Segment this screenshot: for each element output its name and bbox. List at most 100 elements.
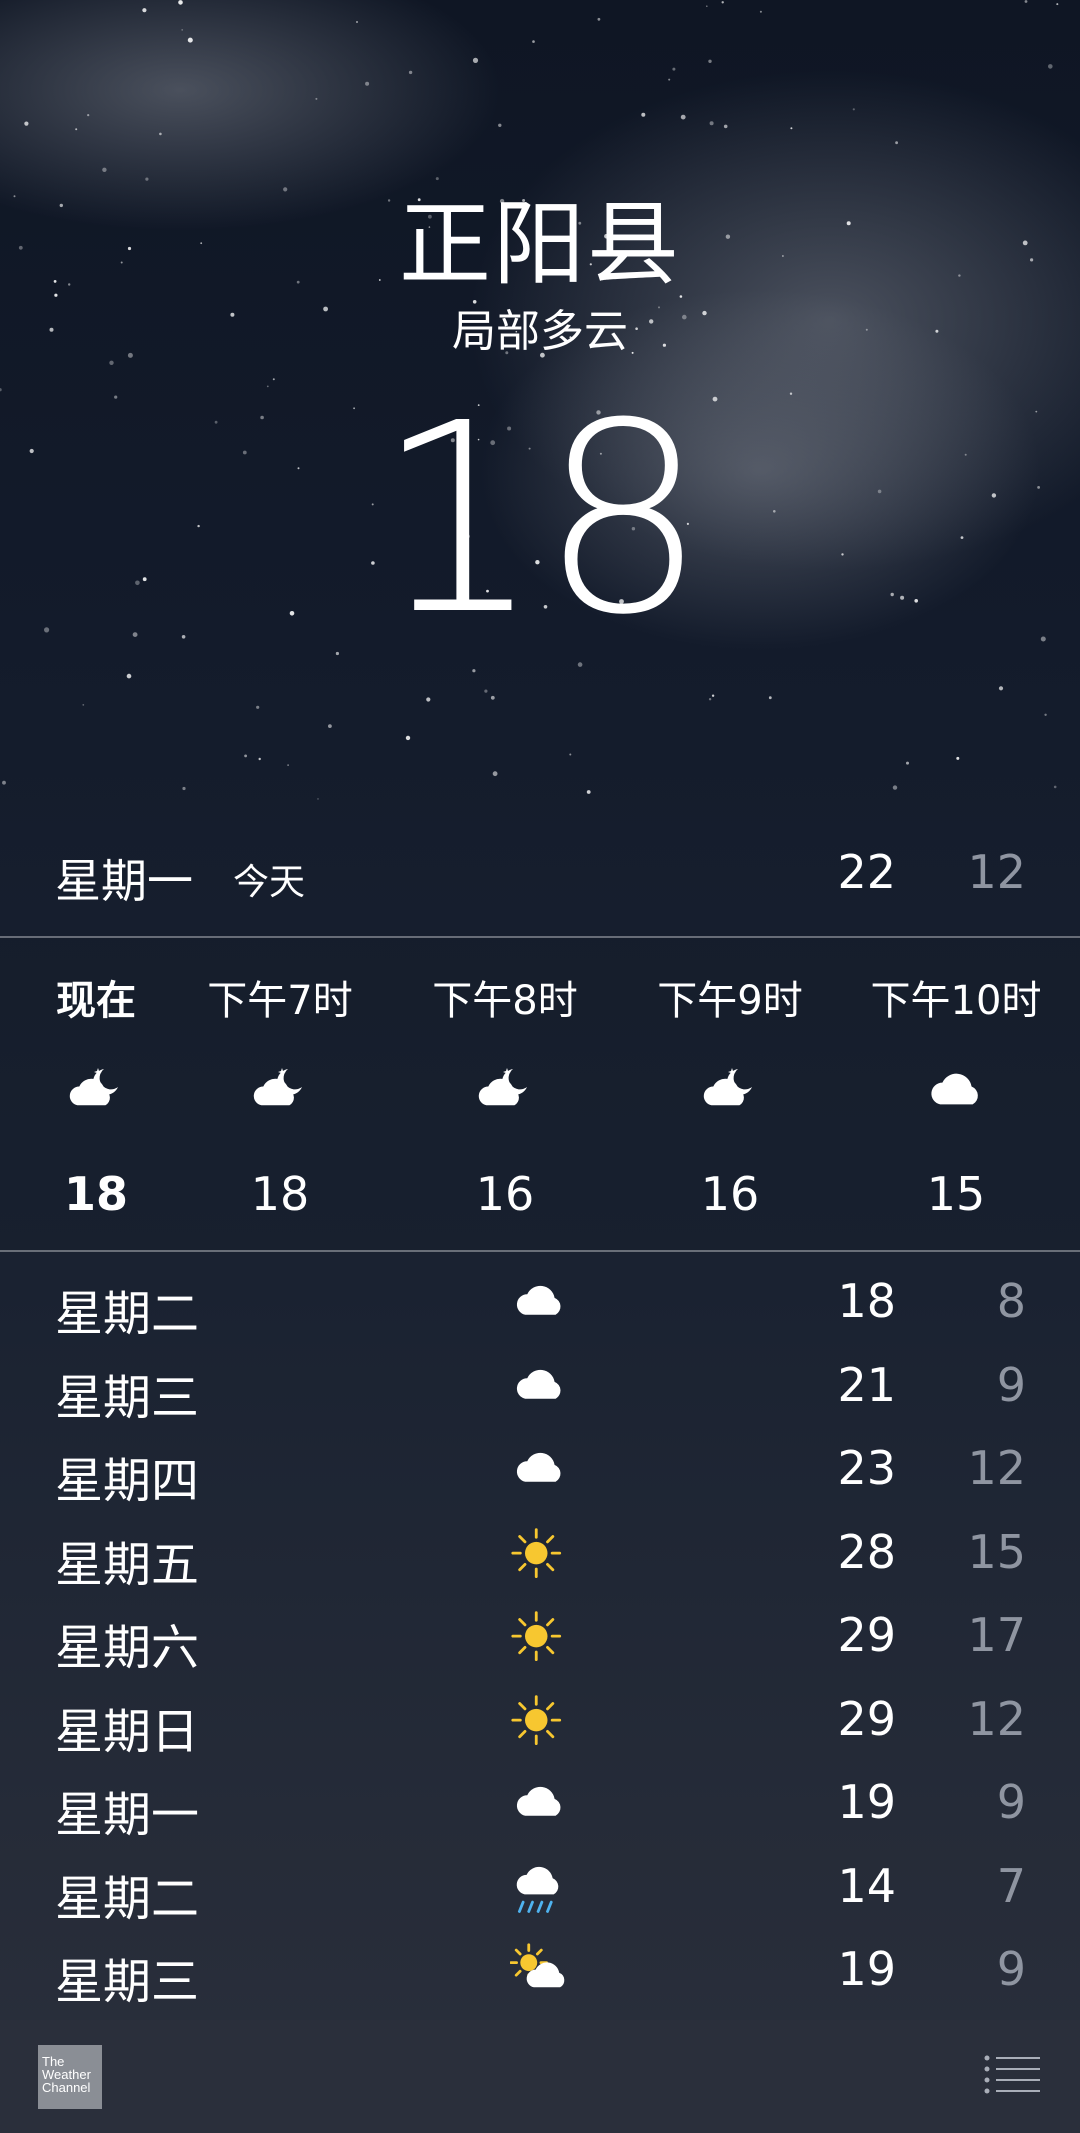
day-name: 星期日 [55,1703,200,1760]
star [721,1,724,4]
star [1024,0,1028,3]
partly-cloudy-night-icon [635,1058,825,1128]
today-label: 今天 [233,862,306,903]
day-name: 星期一 [55,1787,200,1843]
day-low: 9 [996,1357,1026,1412]
partly-cloudy-night-icon [1,1058,191,1128]
star [244,754,248,758]
star [258,757,261,761]
star [187,37,193,43]
hourly-item: 下午9时 16 [635,938,825,1224]
day-high: 14 [837,1858,896,1913]
current-temperature: 18 [375,367,706,672]
star [126,673,132,679]
hour-temperature: 16 [700,1167,760,1221]
star [87,114,90,117]
cloud-icon [505,1777,575,1833]
star [24,121,29,126]
star [142,8,147,13]
cloud-icon [861,1058,1051,1128]
day-low: 7 [996,1858,1026,1913]
star [82,704,85,706]
day-low: 8 [996,1274,1026,1328]
daily-row: 星期五 28 15 [0,1513,1080,1597]
hour-label: 下午8时 [432,978,578,1024]
daily-row: 星期一 19 9 [0,1763,1080,1847]
sun-icon [505,1610,575,1666]
day-name: 星期六 [55,1620,200,1676]
day-high: 19 [837,1775,896,1829]
partly-cloudy-night-icon [410,1058,600,1128]
day-name: 星期三 [55,1369,200,1426]
star [178,0,183,5]
hour-label: 现在 [56,978,136,1024]
divider [0,1250,1080,1252]
day-high: 28 [837,1524,896,1579]
star [498,123,502,128]
star [892,785,898,790]
star [426,697,431,702]
hourly-item: 下午7时 18 [185,938,375,1224]
list-icon[interactable] [984,2054,1040,2094]
star [490,695,495,700]
sun-icon [505,1527,575,1583]
hourly-item: 下午8时 16 [410,938,600,1224]
today-high: 22 [837,845,896,899]
day-name: 星期五 [55,1536,200,1593]
hour-temperature: 18 [63,1167,128,1221]
star [356,21,358,23]
day-low: 17 [967,1608,1026,1662]
hourly-item: 现在 18 [1,938,191,1224]
star [895,141,898,145]
star [287,764,289,766]
star [906,761,909,765]
star [569,753,572,756]
star [2,780,6,785]
star [641,112,646,117]
star [790,127,793,130]
weather-channel-logo[interactable]: The Weather Channel [38,2045,102,2109]
today-low: 12 [967,845,1026,899]
day-high: 23 [837,1441,896,1495]
hour-temperature: 15 [926,1167,986,1221]
star [759,10,762,13]
star [709,121,714,126]
star [956,756,960,760]
cloud-icon [505,1276,575,1332]
star [1044,713,1047,716]
daily-row: 星期四 23 12 [0,1429,1080,1513]
star [708,698,712,701]
hour-temperature: 16 [475,1167,535,1221]
daily-forecast[interactable]: 星期二 18 8 星期三 21 9 星期四 23 12 星期五 28 15 星期六 29… [0,1262,1080,2014]
weather-condition: 局部多云 [452,306,628,357]
day-name: 星期二 [55,1286,200,1342]
star [182,786,186,791]
star [852,108,855,111]
daily-row: 星期二 14 7 [0,1847,1080,1931]
star [768,696,772,700]
star [1048,64,1053,69]
partly-cloudy-night-icon [185,1058,375,1128]
sun-icon [505,1694,575,1750]
daily-row: 星期二 18 8 [0,1262,1080,1346]
star [435,177,439,181]
day-high: 18 [837,1274,896,1328]
day-name: 星期三 [55,1954,200,2010]
star [256,705,260,709]
hourly-forecast[interactable]: 现在 18 下午7时 18 下午8时 16 下午9时 16 下午10时 15 [0,938,1080,1250]
star [723,124,728,129]
star [472,57,479,64]
star [1053,785,1057,789]
today-summary: 星期一 今天 22 12 [0,835,1080,925]
hourly-item: 下午10时 15 [861,938,1051,1224]
star [365,81,370,86]
day-high: 29 [837,1691,896,1746]
location-header: 正阳县 局部多云 [0,190,1080,360]
daily-row: 星期三 19 9 [0,1930,1080,2014]
star [109,360,114,365]
brand-line: Channel [42,2080,91,2095]
star [102,167,107,172]
daily-row: 星期三 21 9 [0,1346,1080,1430]
star [408,70,413,75]
hour-label: 下午7时 [207,978,353,1024]
